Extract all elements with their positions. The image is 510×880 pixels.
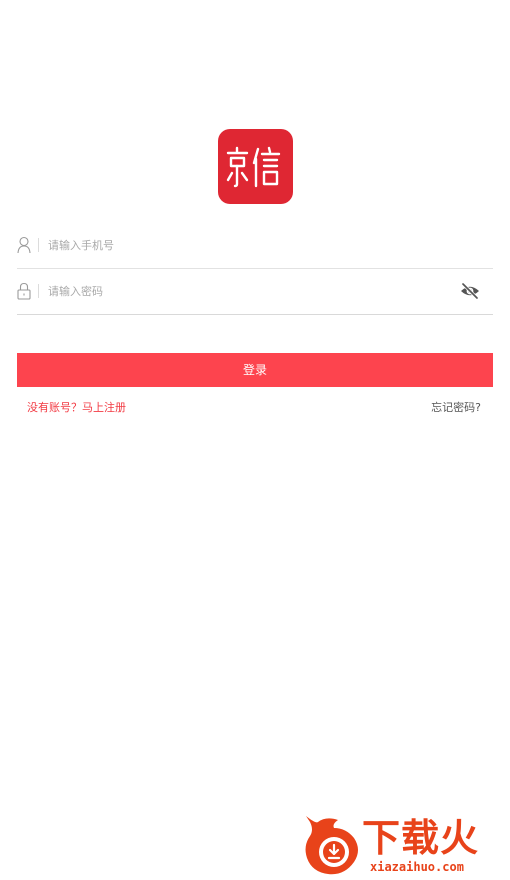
password-input[interactable]	[48, 279, 448, 303]
watermark-title: 下载火	[362, 816, 480, 860]
phone-field	[17, 222, 493, 269]
field-separator	[38, 284, 39, 298]
watermark-url: xiazaihuo.com	[370, 860, 464, 874]
lock-icon	[17, 282, 31, 300]
register-link[interactable]: 没有账号？马上注册	[27, 399, 126, 415]
app-logo-glyph	[226, 146, 281, 188]
eye-off-icon[interactable]	[460, 281, 480, 301]
login-button[interactable]: 登录	[17, 353, 493, 387]
field-separator	[38, 238, 39, 252]
password-field	[17, 268, 493, 315]
watermark: 下载火 xiazaihuo.com	[300, 812, 510, 879]
phone-input[interactable]	[48, 233, 448, 257]
forgot-password-link[interactable]: 忘记密码?	[431, 399, 481, 415]
user-icon	[17, 236, 31, 254]
flame-download-icon	[302, 814, 364, 876]
app-logo	[218, 129, 293, 204]
